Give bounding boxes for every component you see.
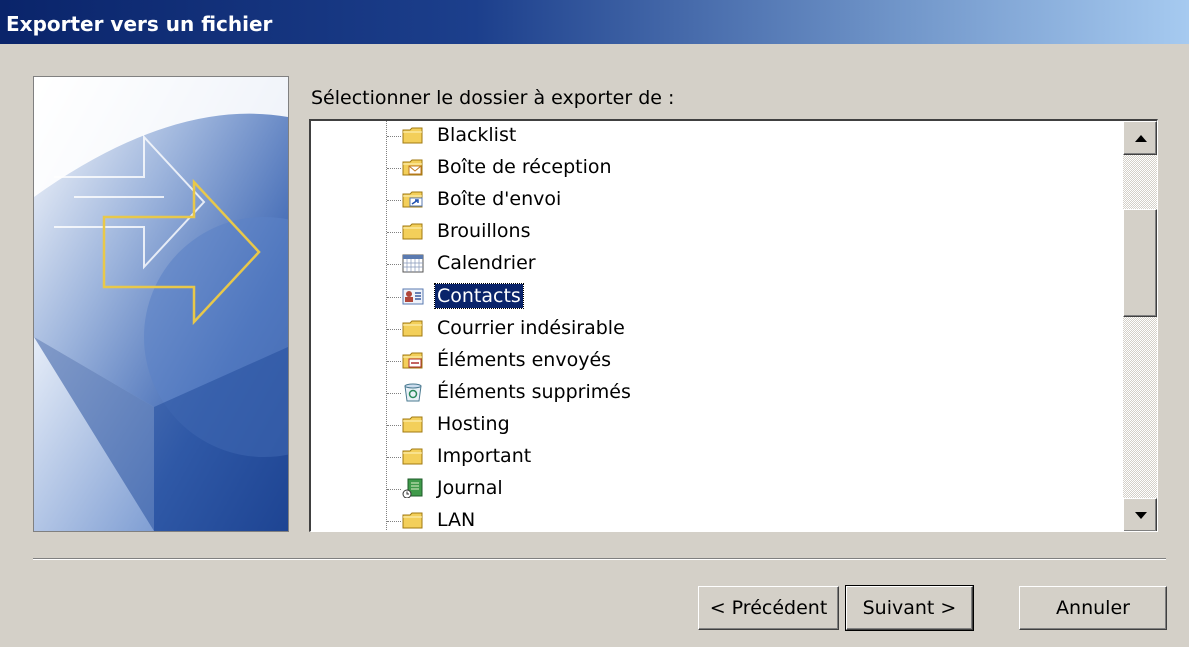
tree-item-label: Boîte d'envoi [437,188,562,211]
folder-icon [402,125,424,145]
tree-item-label: Blacklist [437,124,517,146]
sent-items-icon [402,350,424,370]
previous-button[interactable]: < Précédent [698,586,839,630]
contacts-icon [402,286,424,306]
tree-item[interactable]: Journal [311,474,1111,504]
tree-item-label: Brouillons [437,220,531,243]
tree-item[interactable]: Éléments supprimés [311,378,1111,408]
next-button[interactable]: Suivant > [845,585,974,631]
tree-item-label: Éléments envoyés [437,348,612,371]
tree-connector [387,392,401,394]
folder-icon [402,446,424,466]
tree-item-label: Courrier indésirable [437,316,625,339]
folder-tree[interactable]: Blacklist Boîte de réception Boîte d'envoi… [309,119,1158,532]
separator-line [33,558,1166,560]
deleted-items-icon [402,382,424,402]
tree-item[interactable]: Boîte de réception [311,153,1111,183]
tree-item-label: Boîte de réception [437,156,612,179]
tree-connector [387,200,401,202]
tree-item-label: Important [437,445,532,467]
tree-item-label: Hosting [437,412,510,435]
tree-item-label: LAN [437,509,476,532]
tree-connector [387,296,401,298]
tree-connector [387,136,401,137]
wizard-banner-image [33,76,289,532]
arrow-down-icon [1135,512,1147,519]
vertical-scrollbar[interactable] [1123,121,1157,531]
inbox-icon [402,157,424,177]
folder-prompt: Sélectionner le dossier à exporter de : [311,87,675,109]
tree-connector [387,264,401,266]
tree-item-label: Calendrier [437,252,536,275]
tree-item-label: Journal [437,477,503,500]
folder-icon [402,221,424,241]
folder-tree-list: Blacklist Boîte de réception Boîte d'envoi… [311,121,1123,532]
tree-item[interactable]: Courrier indésirable [311,314,1111,344]
title-bar: Exporter vers un fichier [0,0,1189,44]
tree-item[interactable]: Brouillons [311,217,1111,247]
window-title: Exporter vers un fichier [6,12,273,36]
tree-item[interactable]: LAN [311,506,1111,532]
tree-connector [387,489,401,491]
folder-icon [402,414,424,434]
folder-icon [402,318,424,338]
scroll-thumb[interactable] [1123,209,1157,317]
tree-item-label: Éléments supprimés [437,380,631,403]
tree-item[interactable]: Éléments envoyés [311,346,1111,376]
scroll-down-button[interactable] [1123,498,1157,531]
tree-connector [387,457,401,458]
journal-icon [402,478,424,499]
outbox-icon [402,189,424,209]
tree-connector [387,360,401,362]
tree-connector [387,232,401,234]
cancel-button[interactable]: Annuler [1019,586,1167,630]
tree-item[interactable]: Calendrier [311,249,1111,279]
folder-icon [402,510,424,530]
tree-item[interactable]: Blacklist [311,121,1111,151]
tree-item[interactable]: Contacts [311,282,1111,312]
scroll-up-button[interactable] [1123,121,1157,155]
tree-connector [387,424,401,426]
calendar-icon [402,253,424,273]
tree-item[interactable]: Important [311,442,1111,472]
tree-connector [387,168,401,170]
tree-connector [387,328,401,330]
tree-item-label: Contacts [434,282,524,309]
arrow-up-icon [1135,135,1147,142]
tree-item[interactable]: Hosting [311,410,1111,440]
tree-item[interactable]: Boîte d'envoi [311,185,1111,215]
tree-connector [387,521,401,523]
